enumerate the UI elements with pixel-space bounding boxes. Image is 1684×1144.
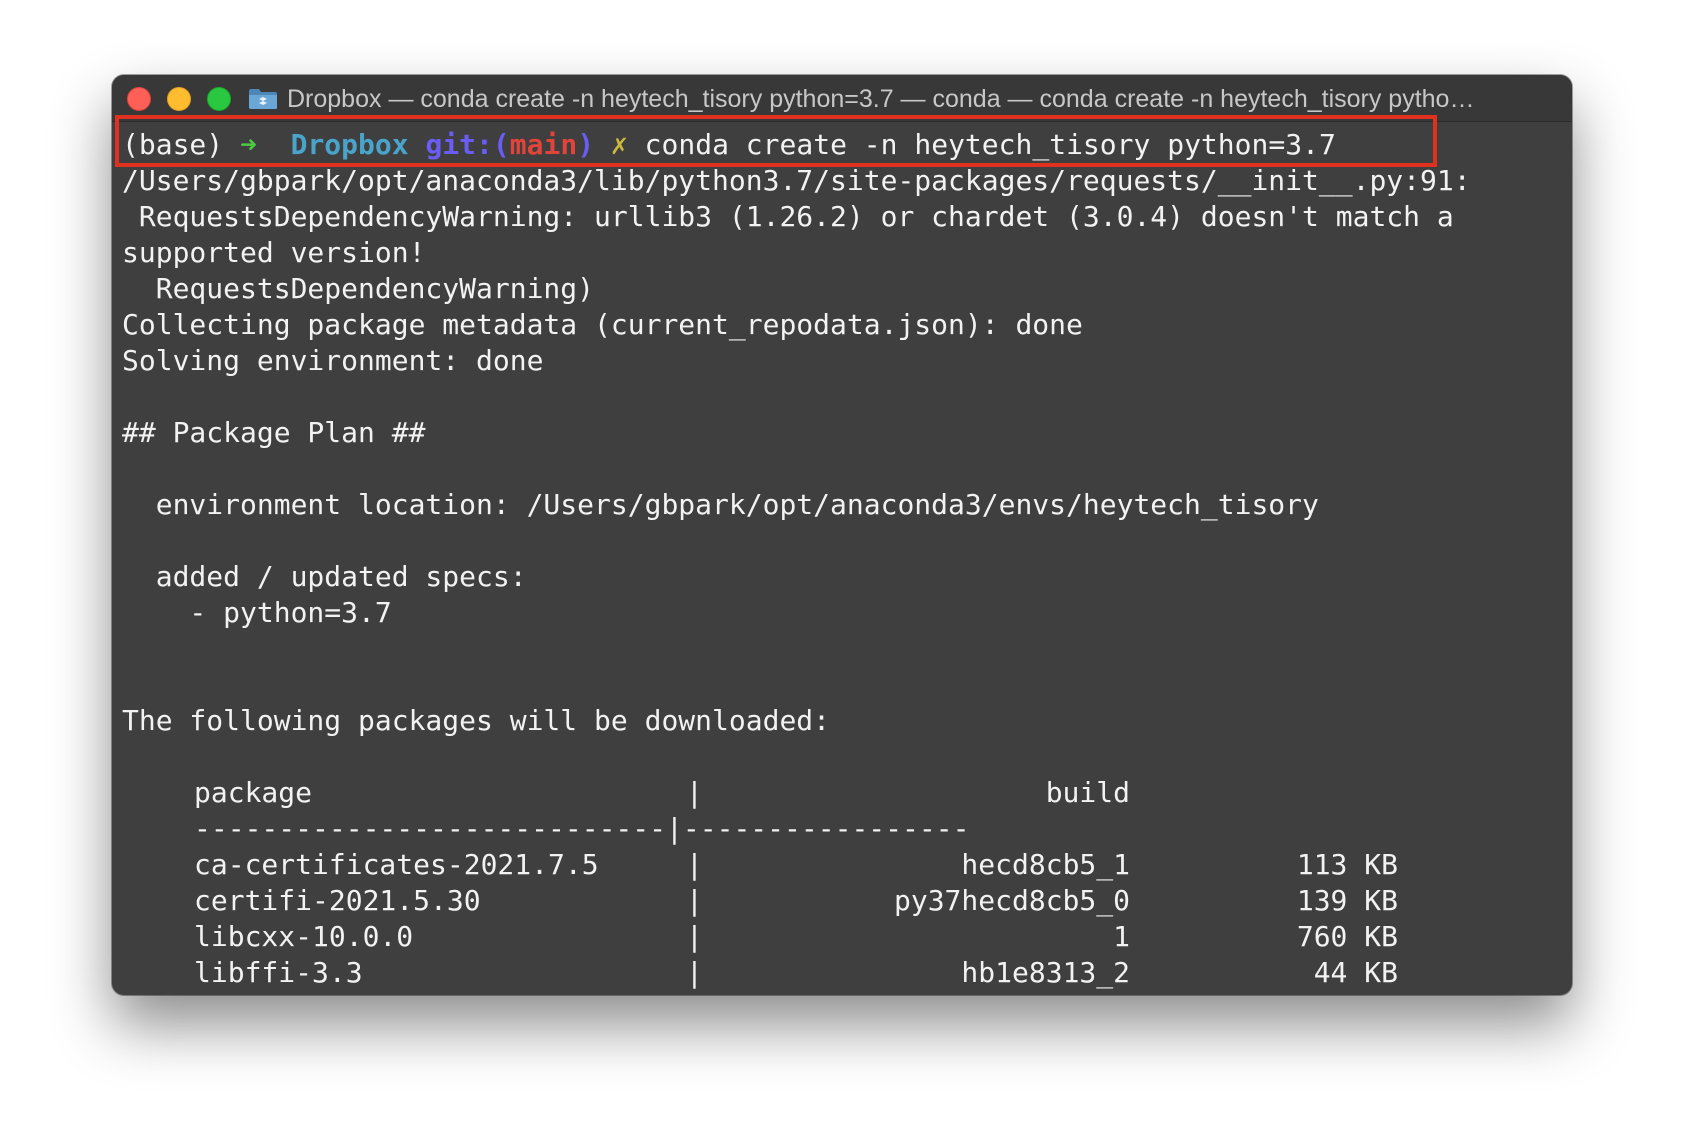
output-line: Solving environment: done <box>122 344 544 377</box>
table-cell-size: 139 KB <box>1296 884 1398 917</box>
table-cell-package: libffi-3.3 <box>194 956 363 989</box>
title-bar: Dropbox — conda create -n heytech_tisory… <box>112 75 1572 122</box>
table-cell-size: 113 KB <box>1296 848 1398 881</box>
window-title: Dropbox — conda create -n heytech_tisory… <box>287 85 1475 113</box>
prompt-branch: main <box>509 128 578 161</box>
table-header-build: build <box>1045 776 1130 809</box>
table-header-package: package <box>194 776 313 809</box>
terminal-window: Dropbox — conda create -n heytech_tisory… <box>112 75 1572 995</box>
folder-icon <box>249 89 277 109</box>
table-cell-build: py37hecd8cb5_0 <box>893 884 1130 917</box>
output-line: RequestsDependencyWarning) <box>122 272 595 305</box>
table-cell-size: 44 KB <box>1313 956 1398 989</box>
table-cell-separator: | <box>686 884 703 917</box>
table-cell-separator: | <box>686 848 703 881</box>
close-button[interactable] <box>127 87 151 111</box>
table-cell-package: certifi-2021.5.30 <box>194 884 481 917</box>
output-line: The following packages will be downloade… <box>122 704 831 737</box>
table-cell-build: hb1e8313_2 <box>961 956 1130 989</box>
output-line: /Users/gbpark/opt/anaconda3/lib/python3.… <box>122 164 1471 197</box>
prompt-git-suffix: ) <box>577 128 595 161</box>
zoom-button[interactable] <box>207 87 231 111</box>
prompt-directory: Dropbox <box>290 128 409 161</box>
table-header-separator: | <box>686 776 703 809</box>
prompt-env: (base) <box>122 128 224 161</box>
table-cell-package: libcxx-10.0.0 <box>194 920 414 953</box>
table-cell-package: ca-certificates-2021.7.5 <box>194 848 599 881</box>
output-line: - python=3.7 <box>122 596 392 629</box>
output-line: RequestsDependencyWarning: urllib3 (1.26… <box>122 200 1454 233</box>
table-cell-separator: | <box>686 956 703 989</box>
output-line: ## Package Plan ## <box>122 416 426 449</box>
table-divider: ----------------------------|-----------… <box>194 812 970 845</box>
dirty-mark-icon: ✗ <box>610 128 628 161</box>
output-line: environment location: /Users/gbpark/opt/… <box>122 488 1319 521</box>
prompt-git-prefix: git:( <box>425 128 510 161</box>
table-cell-separator: | <box>686 920 703 953</box>
terminal-output[interactable]: (base) ➜ Dropbox git:(main) ✗ conda crea… <box>122 123 1562 995</box>
output-line: added / updated specs: <box>122 560 527 593</box>
table-cell-build: 1 <box>1113 920 1130 953</box>
prompt-arrow-icon: ➜ <box>240 128 257 161</box>
table-cell-size: 760 KB <box>1296 920 1398 953</box>
table-cell-build: hecd8cb5_1 <box>961 848 1130 881</box>
output-line: Collecting package metadata (current_rep… <box>122 308 1083 341</box>
minimize-button[interactable] <box>167 87 191 111</box>
prompt-line: (base) ➜ Dropbox git:(main) ✗ conda crea… <box>122 127 1336 163</box>
output-line: supported version! <box>122 236 426 269</box>
command-text: conda create -n heytech_tisory python=3.… <box>644 128 1336 161</box>
